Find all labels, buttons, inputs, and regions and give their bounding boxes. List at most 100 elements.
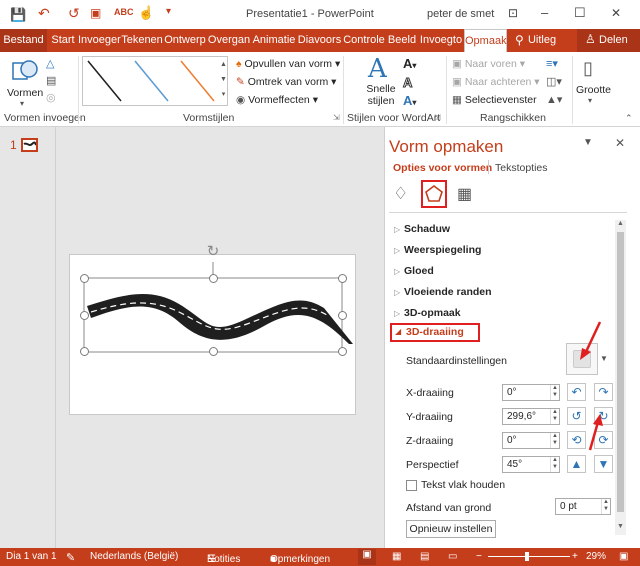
tab-review[interactable]: Controle <box>343 29 385 52</box>
spinner-arrows[interactable]: ▲ ▼ <box>550 433 559 448</box>
tab-insert-2[interactable]: Invoegto <box>419 29 463 52</box>
customize-icon[interactable]: ▾ <box>166 6 171 17</box>
align-icon[interactable]: ≡▾ <box>546 57 558 70</box>
tab-animations[interactable]: Animatie <box>252 29 296 52</box>
normal-view-icon[interactable]: ▣ <box>358 549 376 565</box>
tab-view[interactable]: Beeld <box>386 29 418 52</box>
perspective-increase-icon[interactable]: ▲ <box>567 455 586 473</box>
collapse-ribbon-icon[interactable]: ⌃ <box>625 113 633 124</box>
spinner-arrows[interactable]: ▲ ▼ <box>550 409 559 424</box>
selection-pane-button[interactable]: ▦ Selectievenster <box>452 94 537 106</box>
minimize-button[interactable]: – <box>541 5 548 20</box>
spinner-arrows[interactable]: ▲ ▼ <box>601 499 610 514</box>
text-effects-icon[interactable]: A▾ <box>403 93 416 108</box>
touch-icon[interactable]: ☝ <box>138 5 154 21</box>
textbox-icon[interactable]: ▤ <box>46 74 56 87</box>
shape-outline-button[interactable]: ✎ Omtrek van vorm ▾ <box>236 76 336 88</box>
group-objects-icon[interactable]: ◫▾ <box>546 75 562 88</box>
bring-forward-button[interactable]: ▣ Naar voren ▾ <box>452 58 525 70</box>
redo-icon[interactable]: ↺ <box>68 5 80 22</box>
dialog-launcher-icon[interactable]: ⇲ <box>333 113 340 122</box>
zoom-in-icon[interactable]: + <box>572 551 578 562</box>
rotate-handle-icon[interactable]: ↻ <box>205 244 221 260</box>
language-indicator[interactable]: Nederlands (België) <box>90 551 178 562</box>
slide-thumbnail[interactable] <box>21 138 38 152</box>
fit-to-window-icon[interactable]: ▣ <box>619 551 628 562</box>
send-backward-button[interactable]: ▣ Naar achteren ▾ <box>452 76 540 88</box>
maximize-button[interactable]: ☐ <box>574 5 586 21</box>
dialog-launcher-icon[interactable]: ⇲ <box>434 113 441 122</box>
close-button[interactable]: ✕ <box>611 6 621 20</box>
perspective-input[interactable]: 45° ▲ ▼ <box>502 456 560 473</box>
fill-line-icon[interactable]: ♢ <box>393 184 408 204</box>
ribbon-display-icon[interactable]: ⊡ <box>508 6 518 20</box>
tab-transitions[interactable]: Overgan <box>207 29 251 52</box>
scroll-thumb[interactable] <box>617 232 624 512</box>
size-button[interactable]: Grootte <box>576 84 611 96</box>
slideshow-icon[interactable]: ▭ <box>448 551 457 562</box>
distance-input[interactable]: 0 pt ▲ ▼ <box>555 498 611 515</box>
resize-handle[interactable] <box>80 274 89 283</box>
spinner-arrows[interactable]: ▲ ▼ <box>550 457 559 472</box>
user-name[interactable]: peter de smet <box>427 8 494 20</box>
scroll-down-icon[interactable]: ▼ <box>615 523 626 530</box>
pane-options-icon[interactable]: ▼ <box>583 137 593 148</box>
shape-fill-button[interactable]: ♠ Opvullen van vorm ▾ <box>236 58 340 70</box>
rotate-left-icon[interactable]: ↶ <box>567 383 586 401</box>
section-glow[interactable]: ▷ Gloed <box>394 265 434 277</box>
tab-insert[interactable]: Invoeger <box>78 29 121 52</box>
rotate-icon[interactable]: ▲▾ <box>546 93 562 106</box>
resize-handle[interactable] <box>80 311 89 320</box>
spell-check-icon[interactable]: ✎ <box>66 551 75 564</box>
tab-draw[interactable]: Tekenen <box>121 29 163 52</box>
effects-tab-highlight[interactable] <box>421 180 447 208</box>
text-outline-icon[interactable]: A <box>402 75 412 91</box>
section-shadow[interactable]: ▷ Schaduw <box>394 223 450 235</box>
tab-format[interactable]: Opmaak <box>464 29 507 52</box>
zoom-out-icon[interactable]: − <box>476 551 482 562</box>
resize-handle[interactable] <box>80 347 89 356</box>
rotate-right-icon[interactable]: ↷ <box>594 383 613 401</box>
perspective-decrease-icon[interactable]: ▼ <box>594 455 613 473</box>
reading-view-icon[interactable]: ▤ <box>420 551 429 562</box>
section-reflection[interactable]: ▷ Weerspiegeling <box>394 244 481 256</box>
keep-text-flat-checkbox[interactable] <box>406 480 417 491</box>
z-rotation-input[interactable]: 0° ▲ ▼ <box>502 432 560 449</box>
spelling-icon[interactable]: ABC <box>114 7 134 17</box>
tab-shape-options[interactable]: Opties voor vormen <box>393 162 492 174</box>
section-3d-rotation[interactable]: ◢ 3D-draaiing <box>390 323 480 342</box>
gallery-scroll[interactable]: ▲ ▼ ▾ <box>219 57 228 102</box>
reset-button[interactable]: Opnieuw instellen <box>406 520 496 538</box>
slide-sorter-icon[interactable]: ▦ <box>392 551 401 562</box>
shapes-button[interactable]: Vormen <box>7 87 43 99</box>
share-button[interactable]: ♙ Delen <box>577 29 640 52</box>
resize-handle[interactable] <box>338 347 347 356</box>
spinner-arrows[interactable]: ▲ ▼ <box>550 385 559 400</box>
tab-design[interactable]: Ontwerp <box>164 29 206 52</box>
text-fill-icon[interactable]: A▾ <box>403 56 416 71</box>
edit-shape-icon[interactable]: △ <box>46 57 54 70</box>
section-soft-edges[interactable]: ▷ Vloeiende randen <box>394 286 492 298</box>
resize-handle[interactable] <box>338 274 347 283</box>
section-3d-format[interactable]: ▷ 3D-opmaak <box>394 307 461 319</box>
tab-text-options[interactable]: Tekstopties <box>495 162 548 174</box>
y-rotation-input[interactable]: 299,6° ▲ ▼ <box>502 408 560 425</box>
save-icon[interactable]: 💾 <box>10 7 26 23</box>
x-rotation-input[interactable]: 0° ▲ ▼ <box>502 384 560 401</box>
merge-shapes-icon[interactable]: ◎ <box>46 91 56 104</box>
tab-slideshow[interactable]: Diavoors <box>297 29 342 52</box>
resize-handle[interactable] <box>338 311 347 320</box>
pane-close-icon[interactable]: ✕ <box>615 136 625 150</box>
shape-styles-gallery[interactable] <box>82 56 228 106</box>
zoom-slider-track[interactable] <box>488 556 570 557</box>
lightbulb-icon[interactable]: ⚲ <box>515 33 524 47</box>
scroll-up-icon[interactable]: ▲ <box>615 220 626 227</box>
tab-start[interactable]: Start <box>49 29 77 52</box>
resize-handle[interactable] <box>209 347 218 356</box>
tell-me[interactable]: Uitleg <box>527 29 557 52</box>
pane-scrollbar[interactable]: ▲ ▼ <box>615 220 626 535</box>
zoom-level[interactable]: 29% <box>586 551 606 562</box>
tab-file[interactable]: Bestand <box>0 29 47 52</box>
undo-icon[interactable]: ↶ <box>38 5 50 22</box>
presenter-icon[interactable]: ▣ <box>90 6 101 20</box>
